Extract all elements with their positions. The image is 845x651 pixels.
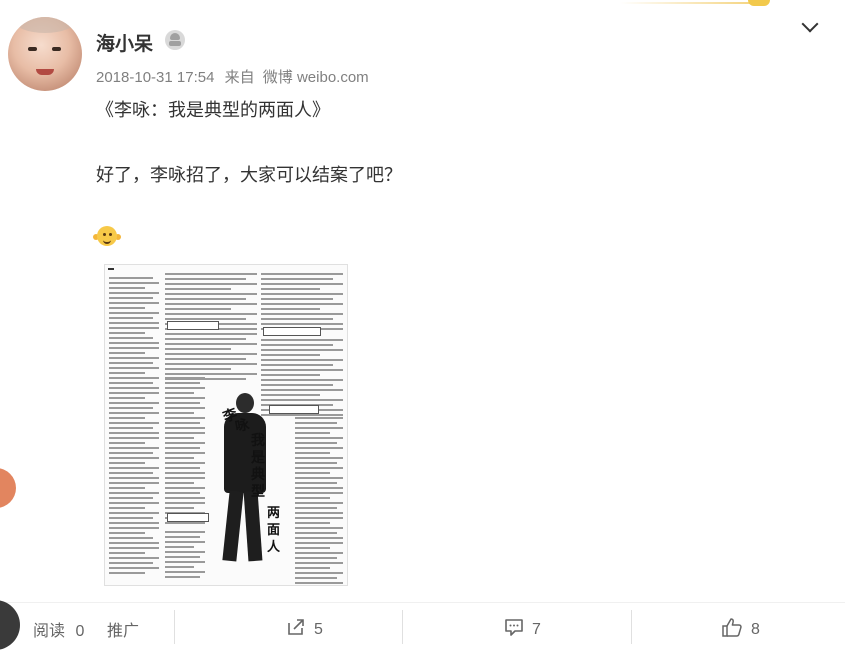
side-avatar — [0, 468, 16, 508]
share-icon — [288, 619, 304, 635]
scan-header-tag — [108, 268, 114, 270]
member-badge-icon[interactable] — [165, 30, 185, 50]
post-timestamp[interactable]: 2018-10-31 17:54 — [96, 69, 214, 86]
share-count: 5 — [314, 621, 323, 638]
decor-line — [620, 2, 760, 4]
promote-label: 推广 — [107, 623, 140, 640]
footer-separator — [402, 610, 403, 644]
scan-section-head — [167, 513, 209, 522]
post-source-prefix: 来自 — [224, 69, 255, 86]
post-text-line1: 《李咏：我是典型的两面人》 — [96, 100, 330, 120]
avatar-eye-left — [28, 47, 37, 51]
post-source[interactable]: 微博 weibo.com — [263, 69, 369, 86]
comment-count: 7 — [532, 621, 541, 638]
footer-separator — [631, 610, 632, 644]
avatar[interactable] — [8, 17, 82, 91]
comment-icon — [505, 619, 523, 636]
scan-section-head — [167, 321, 219, 330]
reads-label: 阅读 — [33, 623, 66, 640]
left-edge-avatar — [0, 600, 20, 650]
scan-column-left — [109, 277, 159, 577]
reads-count: 0 — [75, 623, 85, 640]
share-button[interactable]: 5 — [286, 617, 323, 639]
chevron-down-icon[interactable] — [800, 16, 822, 38]
scan-column-center-4 — [165, 531, 205, 581]
thumbs-up-icon — [722, 618, 742, 637]
scan-section-head — [263, 327, 321, 336]
avatar-hair — [14, 17, 76, 33]
post-image-magazine-scan[interactable]: 李 咏 我是典型 两面人 — [104, 264, 348, 586]
decor-badge — [748, 0, 770, 6]
scan-calligraphy-3: 我是典型 — [251, 433, 265, 500]
avatar-eye-right — [52, 47, 61, 51]
avatar-mouth — [36, 69, 54, 75]
scan-column-center-3 — [165, 377, 205, 527]
footer-separator — [174, 610, 175, 644]
comment-button[interactable]: 7 — [504, 617, 541, 639]
emoji-eye — [109, 233, 112, 236]
footer-divider — [0, 602, 845, 603]
shrug-emoji-icon — [93, 224, 121, 248]
like-button[interactable]: 8 — [721, 617, 760, 639]
promote-button[interactable]: 推广 — [107, 617, 139, 641]
emoji-eye — [103, 233, 106, 236]
like-count: 8 — [751, 621, 760, 638]
scan-calligraphy-4: 两面人 — [267, 506, 281, 555]
post-text-line2: 好了，李咏招了，大家可以结案了吧？ — [96, 165, 402, 185]
reads-counter: 阅读 0 — [33, 617, 84, 641]
post-meta: 2018-10-31 17:54 来自 微博 weibo.com — [96, 66, 369, 87]
scan-column-right — [261, 273, 343, 333]
top-decoration — [620, 0, 845, 6]
username[interactable]: 海小呆 — [96, 29, 153, 56]
scan-column-right-3 — [295, 417, 343, 585]
